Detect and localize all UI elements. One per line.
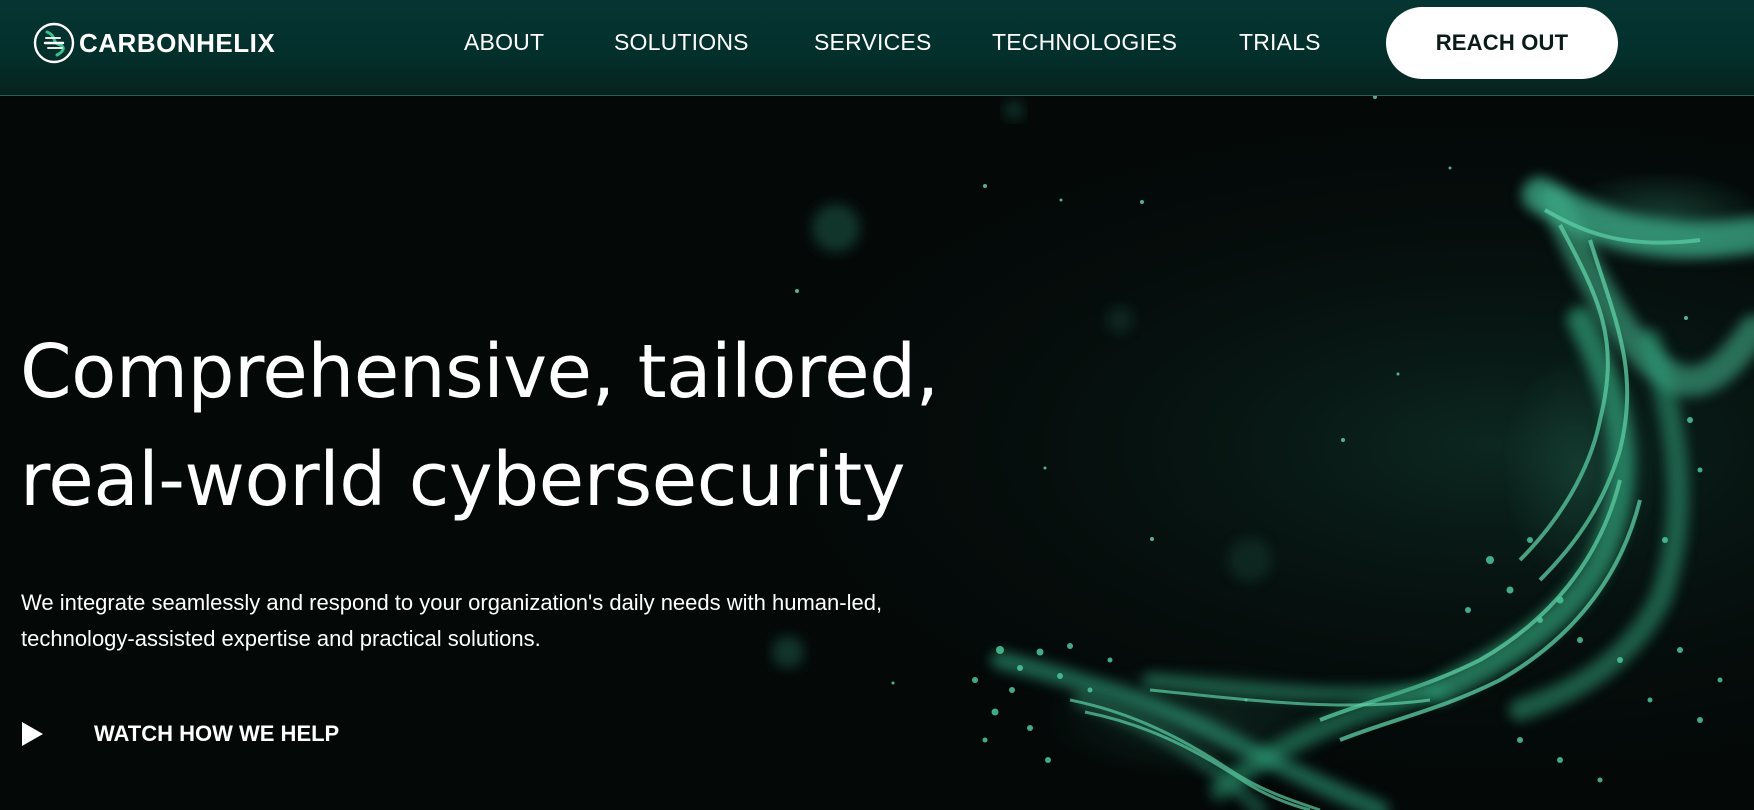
play-icon <box>22 722 43 746</box>
page: CARBONHELIX ABOUT SOLUTIONS SERVICES TEC… <box>0 0 1754 810</box>
reach-out-button[interactable]: REACH OUT <box>1386 7 1618 79</box>
brand-logo-link[interactable]: CARBONHELIX <box>33 22 275 64</box>
watch-video-button[interactable]: WATCH HOW WE HELP <box>20 718 339 750</box>
hero-description-line-2: technology-assisted expertise and practi… <box>21 626 541 651</box>
hero-headline-line-2: real-world cybersecurity <box>20 437 906 523</box>
top-navigation-bar: CARBONHELIX ABOUT SOLUTIONS SERVICES TEC… <box>0 0 1754 96</box>
hero-description-line-1: We integrate seamlessly and respond to y… <box>21 590 883 615</box>
nav-item-trials[interactable]: TRIALS <box>1239 28 1321 56</box>
nav-item-services[interactable]: SERVICES <box>814 28 932 56</box>
hero-description: We integrate seamlessly and respond to y… <box>21 585 981 657</box>
nav-item-solutions[interactable]: SOLUTIONS <box>614 28 749 56</box>
nav-item-about[interactable]: ABOUT <box>464 28 544 56</box>
hero-headline-line-1: Comprehensive, tailored, <box>20 329 939 415</box>
watch-video-label: WATCH HOW WE HELP <box>94 721 340 746</box>
hero-headline: Comprehensive, tailored, real-world cybe… <box>20 318 1020 534</box>
helix-logo-icon <box>33 22 75 64</box>
nav-item-technologies[interactable]: TECHNOLOGIES <box>992 28 1177 56</box>
brand-name: CARBONHELIX <box>79 27 276 58</box>
